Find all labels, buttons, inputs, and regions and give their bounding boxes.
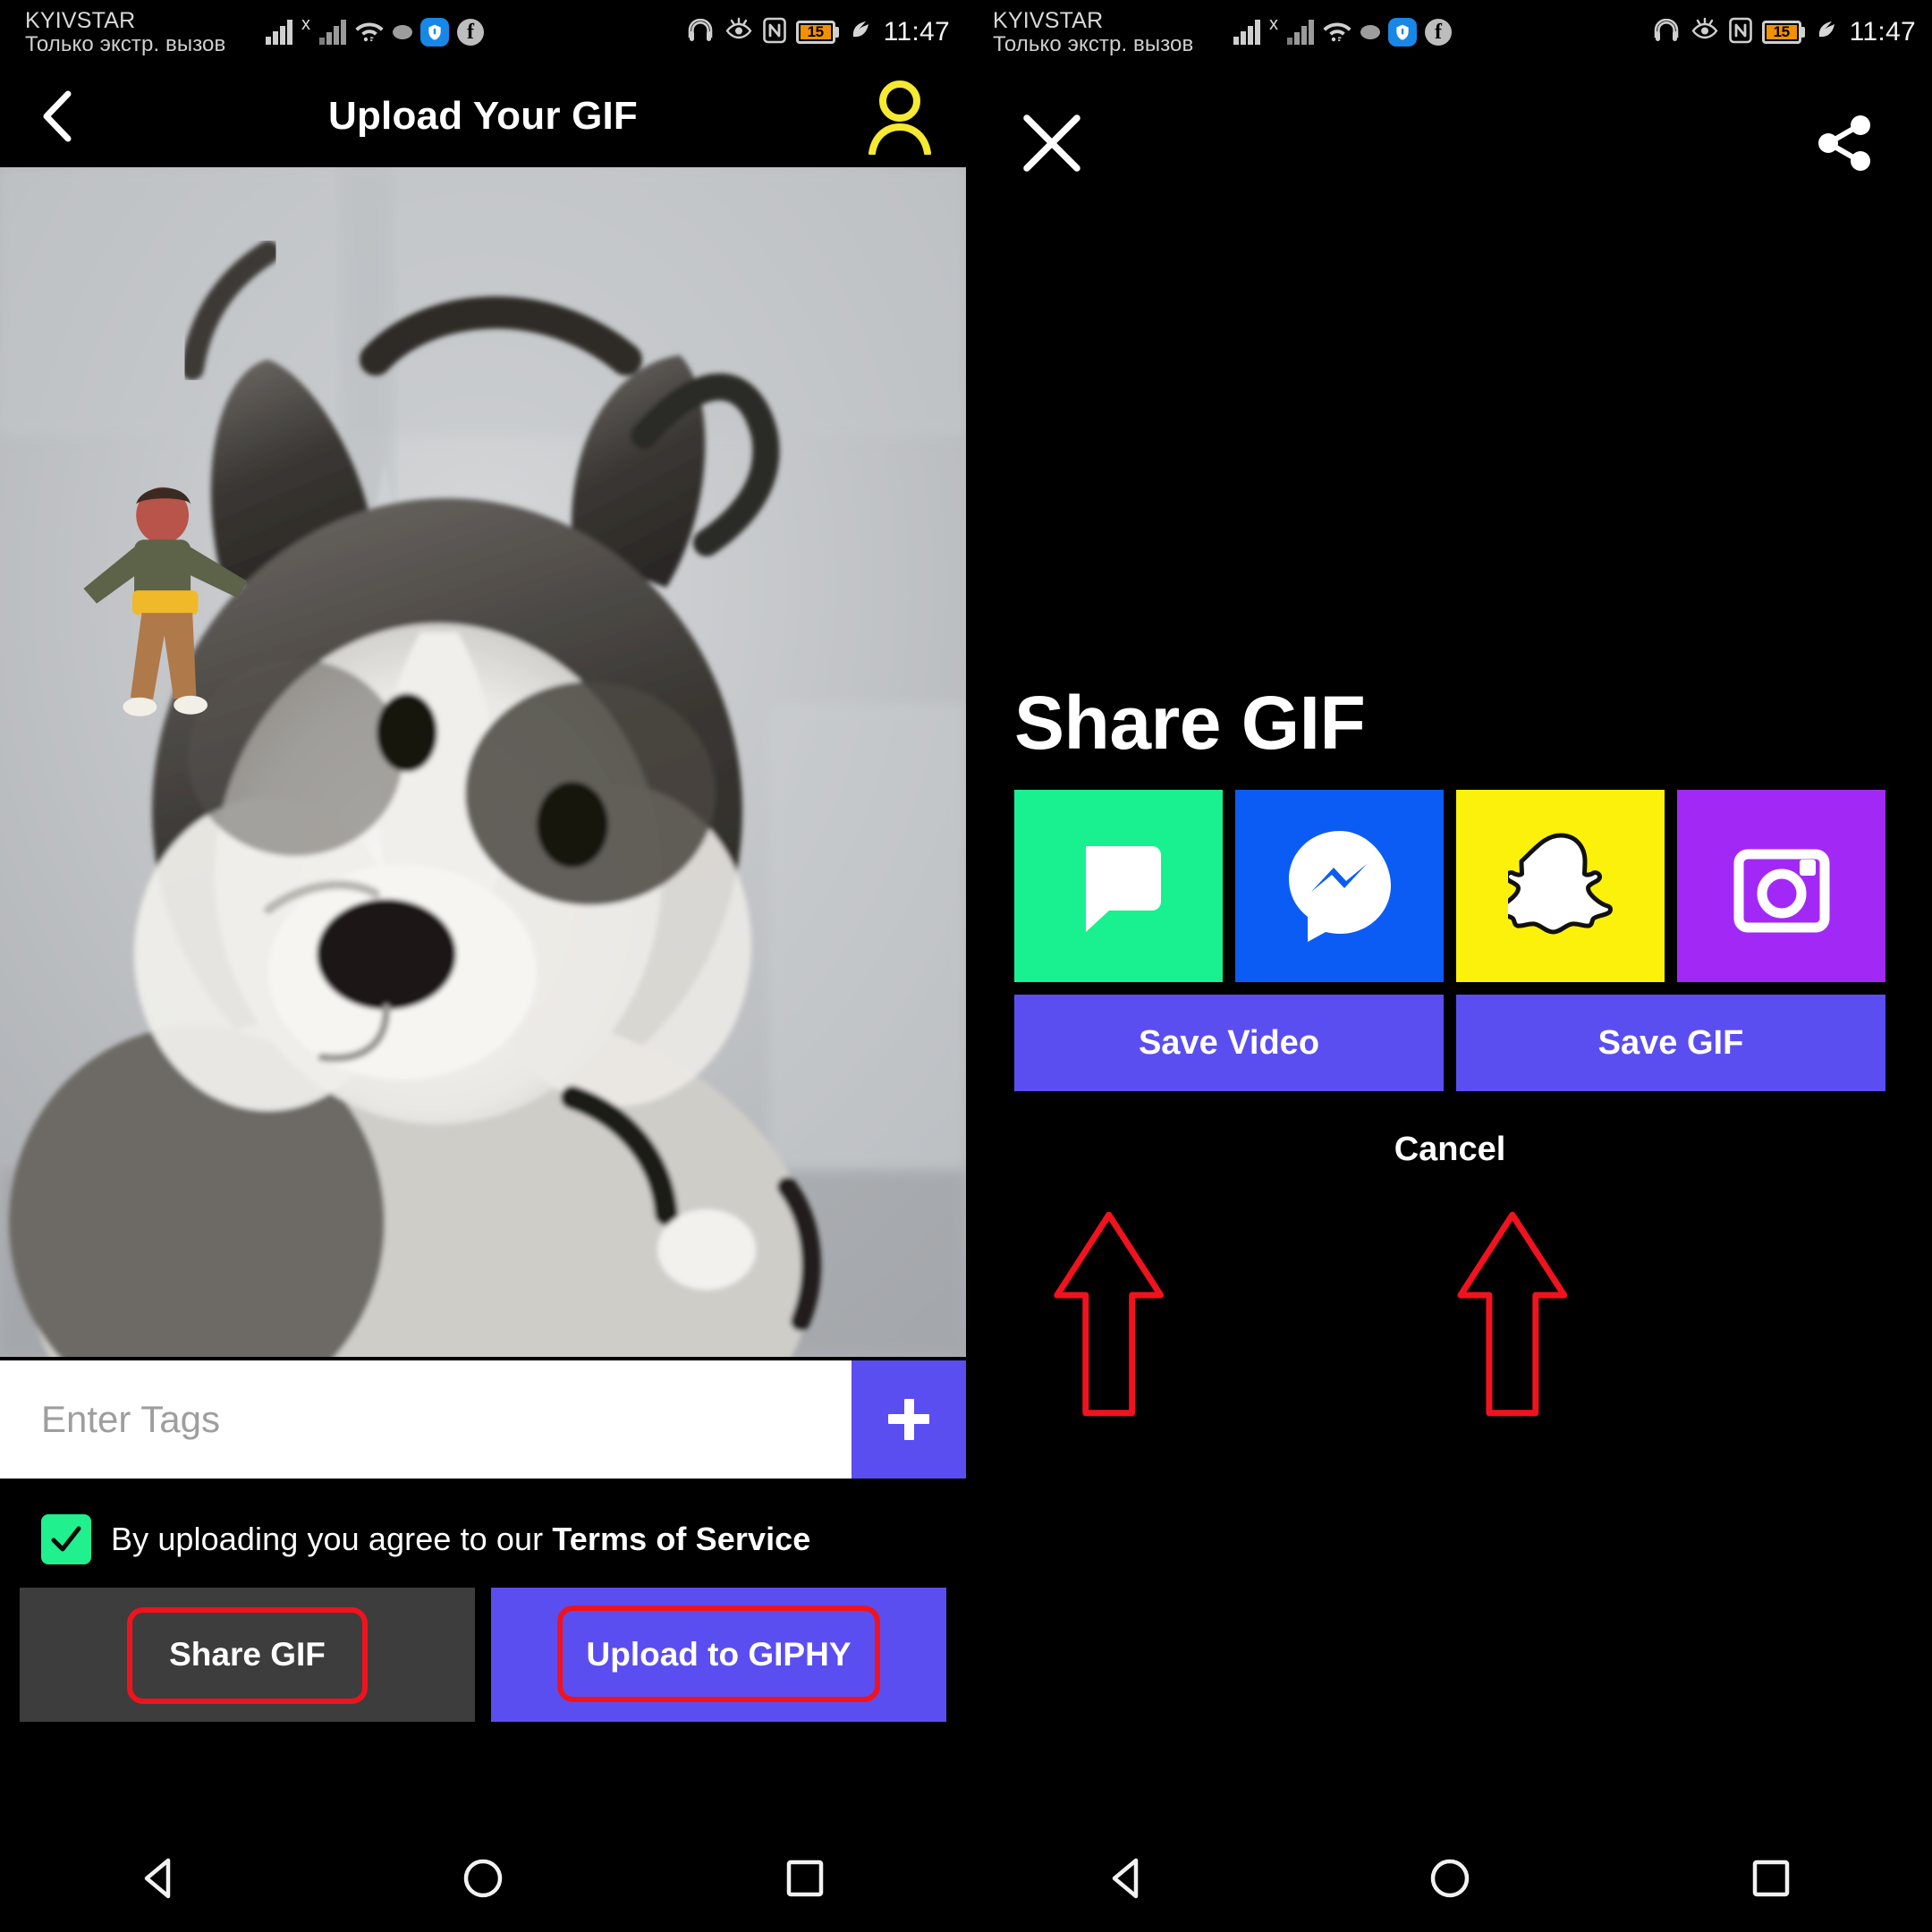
sim-x-icon: x bbox=[301, 13, 310, 34]
carrier-name-right: KYIVSTAR bbox=[993, 8, 1104, 34]
profile-person-icon[interactable] bbox=[859, 75, 941, 157]
save-video-button[interactable]: Save Video bbox=[1014, 995, 1444, 1091]
eye-comfort-icon bbox=[724, 17, 753, 48]
cancel-button[interactable]: Cancel bbox=[1394, 1131, 1506, 1169]
close-x-icon[interactable] bbox=[1011, 102, 1093, 184]
right-screen-share-sheet: KYIVSTAR Только экстр. вызов x f 15 11:4… bbox=[966, 0, 1932, 1932]
plus-icon bbox=[885, 1395, 933, 1444]
save-buttons-row: Save Video Save GIF bbox=[1014, 995, 1885, 1091]
shield-app-icon bbox=[1388, 18, 1417, 47]
android-nav-bar-right bbox=[968, 1825, 1932, 1932]
page-title: Upload Your GIF bbox=[327, 93, 639, 138]
annotation-arrows bbox=[1054, 1211, 1568, 1417]
status-icons-right-right: 15 11:47 bbox=[1652, 17, 1916, 48]
upload-giphy-label: Upload to GIPHY bbox=[586, 1636, 852, 1673]
signal-bars-secondary-icon bbox=[1287, 20, 1314, 45]
dot-icon bbox=[393, 25, 412, 39]
arrow-save-video bbox=[1054, 1211, 1165, 1417]
share-tile-instagram[interactable] bbox=[1677, 790, 1885, 982]
share-tile-messenger[interactable] bbox=[1235, 790, 1444, 982]
battery-icon: 15 bbox=[795, 21, 839, 44]
share-sheet-title: Share GIF bbox=[1014, 681, 1366, 765]
share-tile-snapchat[interactable] bbox=[1456, 790, 1665, 982]
add-tag-button[interactable] bbox=[852, 1360, 966, 1479]
share-sheet: Share GIF Save Video Save GIF Cancel bbox=[968, 680, 1932, 1169]
arrow-save-gif bbox=[1457, 1211, 1568, 1417]
facebook-icon: f bbox=[457, 19, 484, 46]
android-nav-bar-left bbox=[0, 1825, 966, 1932]
power-saving-icon bbox=[1815, 17, 1836, 48]
battery-level: 15 bbox=[800, 23, 831, 40]
back-chevron-icon[interactable] bbox=[25, 83, 91, 149]
shield-app-icon bbox=[420, 18, 449, 47]
nav-recents-square-icon[interactable] bbox=[1717, 1825, 1825, 1932]
upload-to-giphy-button[interactable]: Upload to GIPHY bbox=[491, 1588, 946, 1722]
sim-x-icon: x bbox=[1269, 13, 1278, 34]
share-gif-button[interactable]: Share GIF bbox=[20, 1588, 475, 1722]
nfc-icon bbox=[1728, 17, 1752, 48]
status-bar-right: KYIVSTAR Только экстр. вызов x f 15 11:4… bbox=[968, 0, 1932, 64]
terms-text-plain: By uploading you agree to our bbox=[111, 1521, 553, 1557]
nfc-icon bbox=[762, 17, 786, 48]
cancel-row: Cancel bbox=[1014, 1131, 1885, 1169]
wifi-icon bbox=[1322, 18, 1352, 47]
nav-recents-square-icon[interactable] bbox=[751, 1825, 859, 1932]
left-screen-upload-gif: KYIVSTAR Только экстр. вызов x f 15 11:4… bbox=[0, 0, 966, 1932]
gif-preview[interactable] bbox=[0, 167, 966, 1357]
nav-home-circle-icon[interactable] bbox=[429, 1825, 537, 1932]
carrier-status-right: Только экстр. вызов bbox=[993, 31, 1194, 56]
status-icons-left: x f bbox=[266, 14, 484, 47]
battery-level: 15 bbox=[1766, 23, 1797, 40]
share-sheet-topbar bbox=[968, 64, 1932, 221]
nav-back-triangle-icon[interactable] bbox=[1075, 1825, 1182, 1932]
nav-back-triangle-icon[interactable] bbox=[107, 1825, 215, 1932]
dot-icon bbox=[1360, 25, 1380, 39]
bottom-actions: Share GIF Upload to GIPHY bbox=[0, 1588, 966, 1722]
app-bar: Upload Your GIF bbox=[0, 64, 966, 167]
signal-bars-icon bbox=[266, 20, 292, 45]
tags-row bbox=[0, 1360, 966, 1479]
status-icons-right: 15 11:47 bbox=[686, 17, 950, 48]
terms-row[interactable]: By uploading you agree to our Terms of S… bbox=[0, 1479, 966, 1588]
terms-checkbox[interactable] bbox=[41, 1514, 91, 1564]
share-app-tiles bbox=[1014, 790, 1885, 982]
status-icons-left-right: x f bbox=[1233, 14, 1452, 47]
status-clock: 11:47 bbox=[1849, 17, 1916, 47]
terms-label: By uploading you agree to our Terms of S… bbox=[111, 1521, 810, 1558]
eye-comfort-icon bbox=[1690, 17, 1719, 48]
tags-input[interactable] bbox=[0, 1360, 852, 1479]
terms-of-service-link[interactable]: Terms of Service bbox=[552, 1521, 810, 1557]
nav-home-circle-icon[interactable] bbox=[1396, 1825, 1504, 1932]
battery-icon: 15 bbox=[1761, 21, 1805, 44]
save-gif-button[interactable]: Save GIF bbox=[1456, 995, 1885, 1091]
carrier-status: Только экстр. вызов bbox=[25, 31, 226, 56]
headphones-icon bbox=[686, 17, 715, 48]
signal-bars-secondary-icon bbox=[319, 20, 346, 45]
power-saving-icon bbox=[849, 17, 870, 48]
share-gif-label: Share GIF bbox=[169, 1636, 326, 1673]
signal-bars-icon bbox=[1233, 20, 1260, 45]
share-node-icon[interactable] bbox=[1803, 102, 1885, 184]
facebook-icon: f bbox=[1425, 19, 1452, 46]
status-bar-left: KYIVSTAR Только экстр. вызов x f 15 11:4… bbox=[0, 0, 966, 64]
carrier-name: KYIVSTAR bbox=[25, 8, 136, 34]
carrier-info: KYIVSTAR Только экстр. вызов bbox=[25, 9, 262, 55]
share-tile-sms[interactable] bbox=[1014, 790, 1223, 982]
wifi-icon bbox=[354, 18, 385, 47]
dual-screenshot: KYIVSTAR Только экстр. вызов x f 15 11:4… bbox=[0, 0, 1932, 1932]
status-clock: 11:47 bbox=[883, 17, 950, 47]
carrier-info-right: KYIVSTAR Только экстр. вызов bbox=[993, 9, 1230, 55]
headphones-icon bbox=[1652, 17, 1681, 48]
